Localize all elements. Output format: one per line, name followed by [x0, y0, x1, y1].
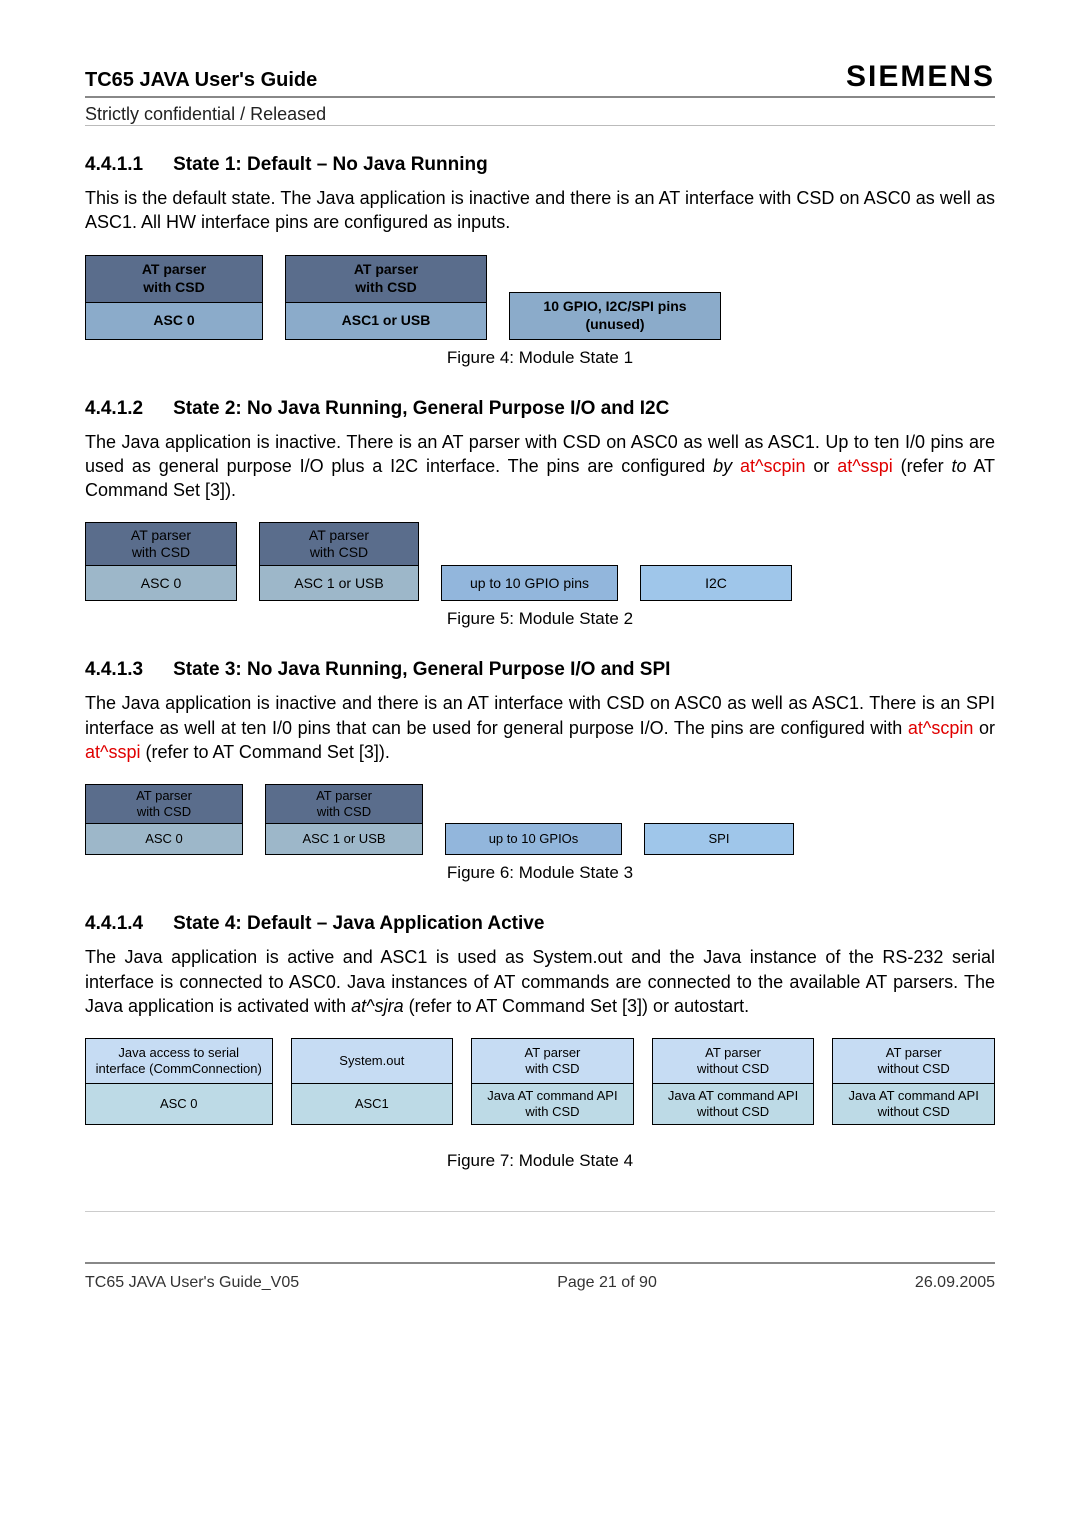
diag4-asc1: ASC1: [291, 1084, 454, 1125]
diag3-gpio: up to 10 GPIOs: [445, 823, 622, 855]
brand-logo: SIEMENS: [846, 60, 995, 94]
section2-body: The Java application is inactive. There …: [85, 430, 995, 503]
diag4-at-csd: AT parserwith CSD: [471, 1038, 634, 1084]
section-num: 4.4.1.3: [85, 659, 143, 681]
diag2-at-a: AT parserwith CSD: [85, 522, 237, 566]
section3-body: The Java application is inactive and the…: [85, 691, 995, 764]
diag1-pins: 10 GPIO, I2C/SPI pins(unused): [509, 292, 721, 340]
figure-6-caption: Figure 6: Module State 3: [85, 863, 995, 883]
section-title: State 2: No Java Running, General Purpos…: [173, 398, 669, 420]
figure-5-diagram: AT parserwith CSD ASC 0 AT parserwith CS…: [85, 522, 995, 601]
section-num: 4.4.1.4: [85, 913, 143, 935]
diag4-api-nocsd-1: Java AT command APIwithout CSD: [652, 1084, 815, 1125]
diag2-asc0: ASC 0: [85, 566, 237, 601]
page-footer: TC65 JAVA User's Guide_V05 Page 21 of 90…: [85, 1262, 995, 1292]
section4-body: The Java application is active and ASC1 …: [85, 945, 995, 1018]
figure-4-caption: Figure 4: Module State 1: [85, 348, 995, 368]
figure-6-diagram: AT parserwith CSD ASC 0 AT parserwith CS…: [85, 784, 995, 855]
section-title: State 4: Default – Java Application Acti…: [173, 913, 544, 935]
diag4-at-nocsd-1: AT parserwithout CSD: [652, 1038, 815, 1084]
diag1-asc1: ASC1 or USB: [285, 303, 487, 340]
figure-4-diagram: AT parserwith CSD ASC 0 AT parserwith CS…: [85, 255, 995, 340]
section-heading-4: 4.4.1.4 State 4: Default – Java Applicat…: [85, 913, 995, 935]
diag4-at-nocsd-2: AT parserwithout CSD: [832, 1038, 995, 1084]
figure-7-caption: Figure 7: Module State 4: [85, 1151, 995, 1171]
diag4-systemout: System.out: [291, 1038, 454, 1084]
section-heading-1: 4.4.1.1 State 1: Default – No Java Runni…: [85, 154, 995, 176]
diag2-at-b: AT parserwith CSD: [259, 522, 419, 566]
footer-right: 26.09.2005: [915, 1274, 995, 1292]
diag2-gpio: up to 10 GPIO pins: [441, 565, 618, 601]
section-title: State 1: Default – No Java Running: [173, 154, 488, 176]
diag1-at-parser-b: AT parserwith CSD: [285, 255, 487, 303]
footer-center: Page 21 of 90: [557, 1274, 657, 1292]
figure-7-diagram: Java access to serialinterface (CommConn…: [85, 1038, 995, 1125]
diag1-at-parser-a: AT parserwith CSD: [85, 255, 263, 303]
diag3-at-b: AT parserwith CSD: [265, 784, 423, 824]
diag3-at-a: AT parserwith CSD: [85, 784, 243, 824]
section-heading-2: 4.4.1.2 State 2: No Java Running, Genera…: [85, 398, 995, 420]
section-heading-3: 4.4.1.3 State 3: No Java Running, Genera…: [85, 659, 995, 681]
diag4-asc0: ASC 0: [85, 1084, 273, 1125]
diag4-java-serial: Java access to serialinterface (CommConn…: [85, 1038, 273, 1084]
section-title: State 3: No Java Running, General Purpos…: [173, 659, 670, 681]
doc-subtitle: Strictly confidential / Released: [85, 102, 995, 125]
section-num: 4.4.1.2: [85, 398, 143, 420]
footer-left: TC65 JAVA User's Guide_V05: [85, 1274, 299, 1292]
diag3-spi: SPI: [644, 823, 794, 855]
section-num: 4.4.1.1: [85, 154, 143, 176]
section1-body: This is the default state. The Java appl…: [85, 186, 995, 235]
diag3-asc1: ASC 1 or USB: [265, 824, 423, 855]
doc-title: TC65 JAVA User's Guide: [85, 69, 317, 92]
diag1-asc0: ASC 0: [85, 303, 263, 340]
figure-5-caption: Figure 5: Module State 2: [85, 609, 995, 629]
diag4-api-csd: Java AT command APIwith CSD: [471, 1084, 634, 1125]
diag2-i2c: I2C: [640, 565, 792, 601]
diag2-asc1: ASC 1 or USB: [259, 566, 419, 601]
diag4-api-nocsd-2: Java AT command APIwithout CSD: [832, 1084, 995, 1125]
diag3-asc0: ASC 0: [85, 824, 243, 855]
